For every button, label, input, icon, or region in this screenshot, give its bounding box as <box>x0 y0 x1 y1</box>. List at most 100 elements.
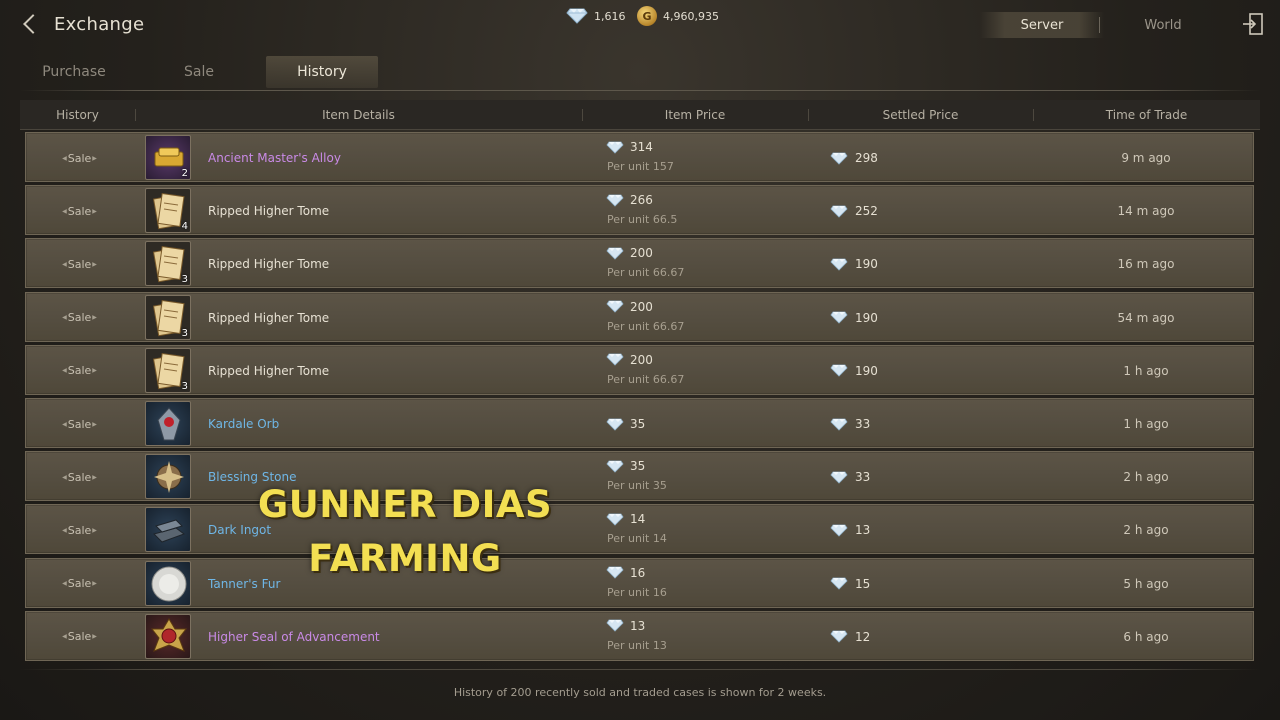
divider <box>20 90 1260 91</box>
trade-type-label: Sale <box>67 630 92 644</box>
settled-price: 190 <box>830 239 878 289</box>
diamond-icon <box>606 141 624 154</box>
orb-icon[interactable] <box>145 401 191 446</box>
alloy-icon[interactable]: 2 <box>145 135 191 180</box>
trade-time: 2 h ago <box>1123 470 1169 485</box>
item-price-value: 16 <box>630 565 646 580</box>
item-price-total: 200 <box>606 246 653 260</box>
tome-icon[interactable]: 3 <box>145 294 191 340</box>
table-row[interactable]: ◀ Sale ▶ Kardale Orb 35 33 1 h ago <box>25 398 1254 448</box>
table-row[interactable]: ◀ Sale ▶ 3 Ripped Higher Tome 200 Per unit 66.… <box>25 238 1254 289</box>
world-toggle[interactable]: World <box>1110 12 1216 38</box>
diamond-icon <box>830 364 848 377</box>
back-button[interactable]: Exchange <box>20 10 144 38</box>
arrow-left-icon: ◀ <box>62 314 67 322</box>
tab-history[interactable]: History <box>266 56 378 88</box>
item-price-total: 35 <box>606 417 645 431</box>
stone-icon[interactable] <box>145 454 191 500</box>
item-name: Ripped Higher Tome <box>208 363 330 378</box>
item-price-value: 35 <box>630 417 646 431</box>
settled-price-value: 190 <box>855 257 878 272</box>
tome-icon[interactable]: 3 <box>145 241 191 287</box>
column-header-item-details: Item Details <box>322 108 395 122</box>
tab-sale[interactable]: Sale <box>140 56 258 88</box>
trade-type: ◀ Sale ▶ <box>26 133 133 183</box>
item-price: 14 Per unit 14 <box>606 505 806 555</box>
diamond-icon <box>566 8 588 24</box>
trade-time: 9 m ago <box>1121 151 1171 165</box>
table-row[interactable]: ◀ Sale ▶ Dark Ingot 14 Per unit 14 13 2 h ago <box>25 504 1254 555</box>
arrow-left-icon: ◀ <box>62 473 67 481</box>
column-header-history: History <box>56 108 99 122</box>
item-price-value: 314 <box>630 140 653 154</box>
settled-price-value: 252 <box>855 204 878 219</box>
diamond-icon <box>830 205 848 218</box>
table-row[interactable]: ◀ Sale ▶ 3 Ripped Higher Tome 200 Per unit 66.… <box>25 291 1254 343</box>
item-price: 200 Per unit 66.67 <box>606 346 806 396</box>
per-unit-price: Per unit 66.5 <box>607 213 678 227</box>
arrow-right-icon: ▶ <box>92 260 97 268</box>
per-unit-price: Per unit 66.67 <box>607 319 685 333</box>
item-price-total: 200 <box>606 353 653 367</box>
diamond-count: 1,616 <box>594 9 626 23</box>
settled-price: 13 <box>830 505 870 555</box>
diamond-icon <box>830 630 848 643</box>
item-price-value: 14 <box>630 512 646 527</box>
exit-icon[interactable] <box>1242 12 1264 36</box>
tab-purchase[interactable]: Purchase <box>20 56 128 88</box>
item-name: Ripped Higher Tome <box>208 204 330 219</box>
table-row[interactable]: ◀ Sale ▶ Blessing Stone 35 Per unit 35 33 2 h a… <box>25 451 1254 502</box>
fur-icon[interactable] <box>145 560 191 606</box>
per-unit-price: Per unit 35 <box>607 479 667 493</box>
overlay-line: FARMING <box>308 537 502 580</box>
ingot-icon[interactable] <box>145 507 191 553</box>
item-price-total: 13 <box>606 619 645 633</box>
table-header: History Item Details Item Price Settled … <box>20 100 1260 130</box>
item-price: 266 Per unit 66.5 <box>606 186 806 236</box>
settled-price-value: 13 <box>855 523 871 538</box>
item-name: Kardale Orb <box>208 417 280 431</box>
trade-type-label: Sale <box>67 470 92 484</box>
item-price-total: 14 <box>606 512 645 526</box>
item-price: 314 Per unit 157 <box>606 133 806 183</box>
arrow-right-icon: ▶ <box>92 367 97 375</box>
seal-icon[interactable] <box>145 613 191 659</box>
item-name: Higher Seal of Advancement <box>208 629 380 644</box>
table-row[interactable]: ◀ Sale ▶ Higher Seal of Advancement 13 Per un… <box>25 610 1254 662</box>
diamond-icon <box>830 258 848 271</box>
table-row[interactable]: ◀ Sale ▶ 2 Ancient Master's Alloy 314 Per unit… <box>25 132 1254 182</box>
table-row[interactable]: ◀ Sale ▶ 3 Ripped Higher Tome 200 Per unit 66.… <box>25 344 1254 396</box>
column-header-settled-price: Settled Price <box>882 108 959 122</box>
settled-price-value: 190 <box>855 310 878 325</box>
server-toggle[interactable]: Server <box>980 12 1104 38</box>
item-price-total: 200 <box>606 300 653 314</box>
diamond-icon <box>830 524 848 537</box>
table-row[interactable]: ◀ Sale ▶ 4 Ripped Higher Tome 266 Per unit 66.… <box>25 185 1254 236</box>
trade-type: ◀ Sale ▶ <box>26 559 133 609</box>
tome-icon[interactable]: 3 <box>145 347 191 393</box>
trade-type-label: Sale <box>67 204 92 218</box>
arrow-left-icon: ◀ <box>62 420 67 428</box>
diamond-icon <box>830 577 848 590</box>
top-bar: Exchange 1,616 G 4,960,935 Server World <box>0 0 1280 48</box>
overlay-line: GUNNER DIAS <box>257 483 553 526</box>
trade-time: 16 m ago <box>1117 257 1175 272</box>
tab-bar: Purchase Sale History <box>20 56 1260 90</box>
gold-count: 4,960,935 <box>663 9 719 23</box>
item-price: 13 Per unit 13 <box>606 612 806 662</box>
arrow-right-icon: ▶ <box>92 633 97 641</box>
table-row[interactable]: ◀ Sale ▶ Tanner's Fur 16 Per unit 16 15 5 h ago <box>25 557 1254 609</box>
tome-icon[interactable]: 4 <box>145 188 191 234</box>
item-price: 200 Per unit 66.67 <box>606 293 806 343</box>
trade-type-label: Sale <box>67 364 92 378</box>
item-quantity: 4 <box>181 221 188 233</box>
page-title: Exchange <box>54 13 145 35</box>
arrow-right-icon: ▶ <box>92 580 97 588</box>
diamond-icon <box>606 300 624 313</box>
settled-price-value: 33 <box>855 470 871 485</box>
diamond-icon <box>830 152 848 165</box>
item-name: Ripped Higher Tome <box>208 257 330 272</box>
settled-price: 33 <box>830 452 870 502</box>
settled-price-value: 33 <box>855 417 871 431</box>
arrow-left-icon: ◀ <box>62 260 67 268</box>
